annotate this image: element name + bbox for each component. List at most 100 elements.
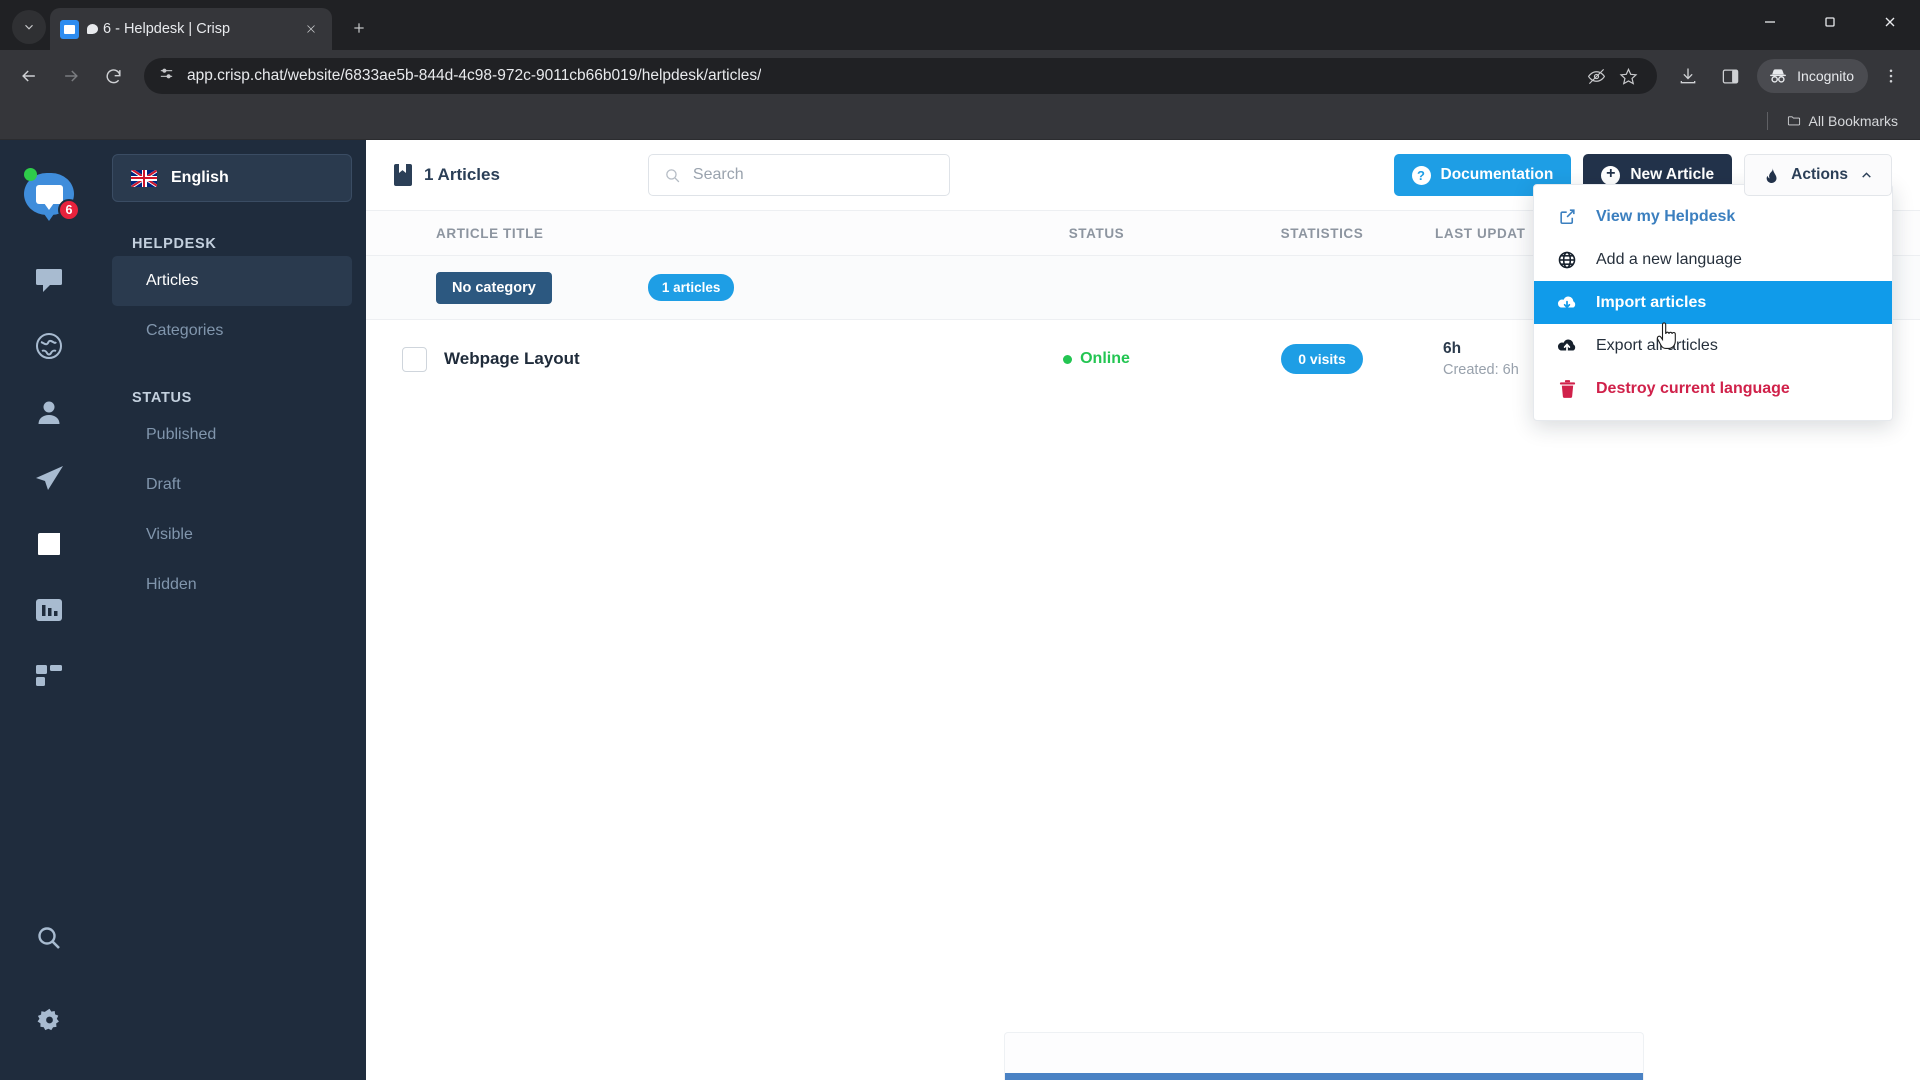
menu-item-view-my-helpdesk[interactable]: View my Helpdesk: [1534, 195, 1892, 238]
flame-icon: [1766, 167, 1777, 183]
unread-badge: 6: [58, 199, 80, 221]
browser-tab[interactable]: 6 - Helpdesk | Crisp: [50, 8, 332, 50]
crisp-favicon-icon: [60, 19, 79, 39]
cloud-upload-icon: [1556, 336, 1578, 356]
browser-toolbar: app.crisp.chat/website/6833ae5b-844d-4c9…: [0, 50, 1920, 102]
search-input[interactable]: Search: [647, 154, 950, 196]
article-title[interactable]: Webpage Layout: [427, 349, 984, 369]
rail-item-plugins[interactable]: [19, 646, 79, 706]
rail-item-campaigns[interactable]: [19, 448, 79, 508]
language-label: English: [171, 169, 229, 186]
omnibox-icons: [1581, 61, 1643, 91]
language-selector[interactable]: English: [112, 154, 352, 202]
actions-button[interactable]: Actions: [1744, 154, 1892, 196]
sidebar-item-hidden[interactable]: Hidden: [112, 560, 352, 610]
star-icon[interactable]: [1613, 61, 1643, 91]
plus-icon: [354, 23, 364, 33]
chevron-up-icon: [1862, 171, 1871, 178]
incognito-indicator[interactable]: Incognito: [1757, 59, 1868, 93]
presence-dot: [24, 168, 37, 181]
all-bookmarks-label: All Bookmarks: [1808, 112, 1898, 129]
menu-item-label: Export all articles: [1596, 336, 1718, 354]
plus-circle-icon: +: [1601, 165, 1621, 185]
search-icon: [666, 168, 680, 182]
all-bookmarks-button[interactable]: All Bookmarks: [1778, 109, 1906, 133]
category-article-count: 1 articles: [647, 274, 735, 301]
tab-search-button[interactable]: [12, 10, 46, 44]
downloads-button[interactable]: [1669, 57, 1707, 95]
folder-icon: [1787, 116, 1800, 126]
sidebar-section-helpdesk: HELPDESK: [132, 236, 217, 252]
rail-item-contacts[interactable]: [19, 382, 79, 442]
category-chip[interactable]: No category: [436, 271, 552, 304]
back-button[interactable]: [10, 57, 48, 95]
new-tab-button[interactable]: [342, 11, 376, 45]
menu-item-destroy-current-language[interactable]: Destroy current language: [1534, 367, 1892, 410]
minimize-window-button[interactable]: [1740, 0, 1800, 44]
sidebar-item-visible[interactable]: Visible: [112, 510, 352, 560]
close-icon: [1885, 17, 1895, 27]
menu-item-label: View my Helpdesk: [1596, 207, 1736, 225]
bottom-panel: [1004, 1032, 1644, 1080]
helpdesk-icon: [38, 533, 60, 555]
row-checkbox[interactable]: [402, 346, 427, 372]
url-text: app.crisp.chat/website/6833ae5b-844d-4c9…: [187, 67, 762, 84]
close-window-button[interactable]: [1860, 0, 1920, 44]
tab-title: 6 - Helpdesk | Crisp: [87, 21, 292, 37]
status-dot-icon: [1063, 354, 1073, 364]
tab-title-text: 6 - Helpdesk | Crisp: [103, 21, 231, 37]
plugins-icon: [36, 665, 62, 686]
sidebar-item-articles[interactable]: Articles: [112, 256, 352, 306]
main-content: 1 Articles Search ? Documentation + New …: [366, 140, 1920, 1080]
sidebar-section-status: STATUS: [132, 390, 193, 406]
contacts-icon: [38, 401, 60, 424]
side-panel-button[interactable]: [1711, 57, 1749, 95]
rail-item-website[interactable]: [19, 316, 79, 376]
sidebar-item-draft[interactable]: Draft: [112, 460, 352, 510]
menu-item-import-articles[interactable]: Import articles: [1534, 281, 1892, 324]
back-arrow-icon: [22, 70, 35, 82]
campaigns-icon: [36, 466, 63, 490]
address-bar[interactable]: app.crisp.chat/website/6833ae5b-844d-4c9…: [144, 58, 1658, 94]
menu-item-export-all-articles[interactable]: Export all articles: [1534, 324, 1892, 367]
incognito-icon: [1770, 69, 1787, 83]
rail-item-search[interactable]: [19, 908, 79, 968]
article-statistics: 0 visits: [1209, 344, 1435, 374]
sidebar-item-categories[interactable]: Categories: [112, 306, 352, 356]
menu-item-label: Destroy current language: [1596, 379, 1790, 397]
three-dot-menu-icon: [1889, 69, 1893, 83]
site-settings-icon[interactable]: [158, 65, 175, 87]
actions-label: Actions: [1791, 166, 1848, 183]
browser-menu-button[interactable]: [1872, 57, 1910, 95]
search-placeholder: Search: [692, 166, 744, 183]
trash-icon: [1556, 379, 1578, 399]
reload-icon: [106, 68, 121, 83]
rail-item-settings[interactable]: [19, 990, 79, 1050]
maximize-window-button[interactable]: [1800, 0, 1860, 44]
analytics-icon: [36, 599, 62, 621]
rail-item-chat[interactable]: [19, 250, 79, 310]
menu-item-label: Import articles: [1596, 293, 1707, 311]
visits-badge: 0 visits: [1281, 344, 1363, 374]
incognito-label: Incognito: [1797, 68, 1854, 84]
reload-button[interactable]: [94, 57, 132, 95]
rail-item-analytics[interactable]: [19, 580, 79, 640]
globe-icon: [36, 333, 62, 359]
article-status: Online: [984, 350, 1209, 368]
app-rail: 6: [0, 140, 98, 1080]
maximize-icon: [1825, 17, 1835, 27]
column-statistics: STATISTICS: [1280, 225, 1364, 241]
forward-button[interactable]: [52, 57, 90, 95]
crisp-logo[interactable]: 6: [21, 166, 80, 222]
bottom-panel-accent-bar: [1005, 1073, 1643, 1080]
column-article-title: ARTICLE TITLE: [436, 225, 544, 241]
rail-item-helpdesk[interactable]: [19, 514, 79, 574]
tab-close-button[interactable]: [300, 18, 322, 40]
documentation-label: Documentation: [1440, 166, 1554, 183]
new-article-label: New Article: [1630, 166, 1715, 183]
eye-off-icon[interactable]: [1581, 61, 1611, 91]
sidebar-item-published[interactable]: Published: [112, 410, 352, 460]
column-status: STATUS: [1068, 225, 1125, 241]
menu-item-add-a-new-language[interactable]: Add a new language: [1534, 238, 1892, 281]
articles-count: 1 Articles: [394, 164, 500, 186]
